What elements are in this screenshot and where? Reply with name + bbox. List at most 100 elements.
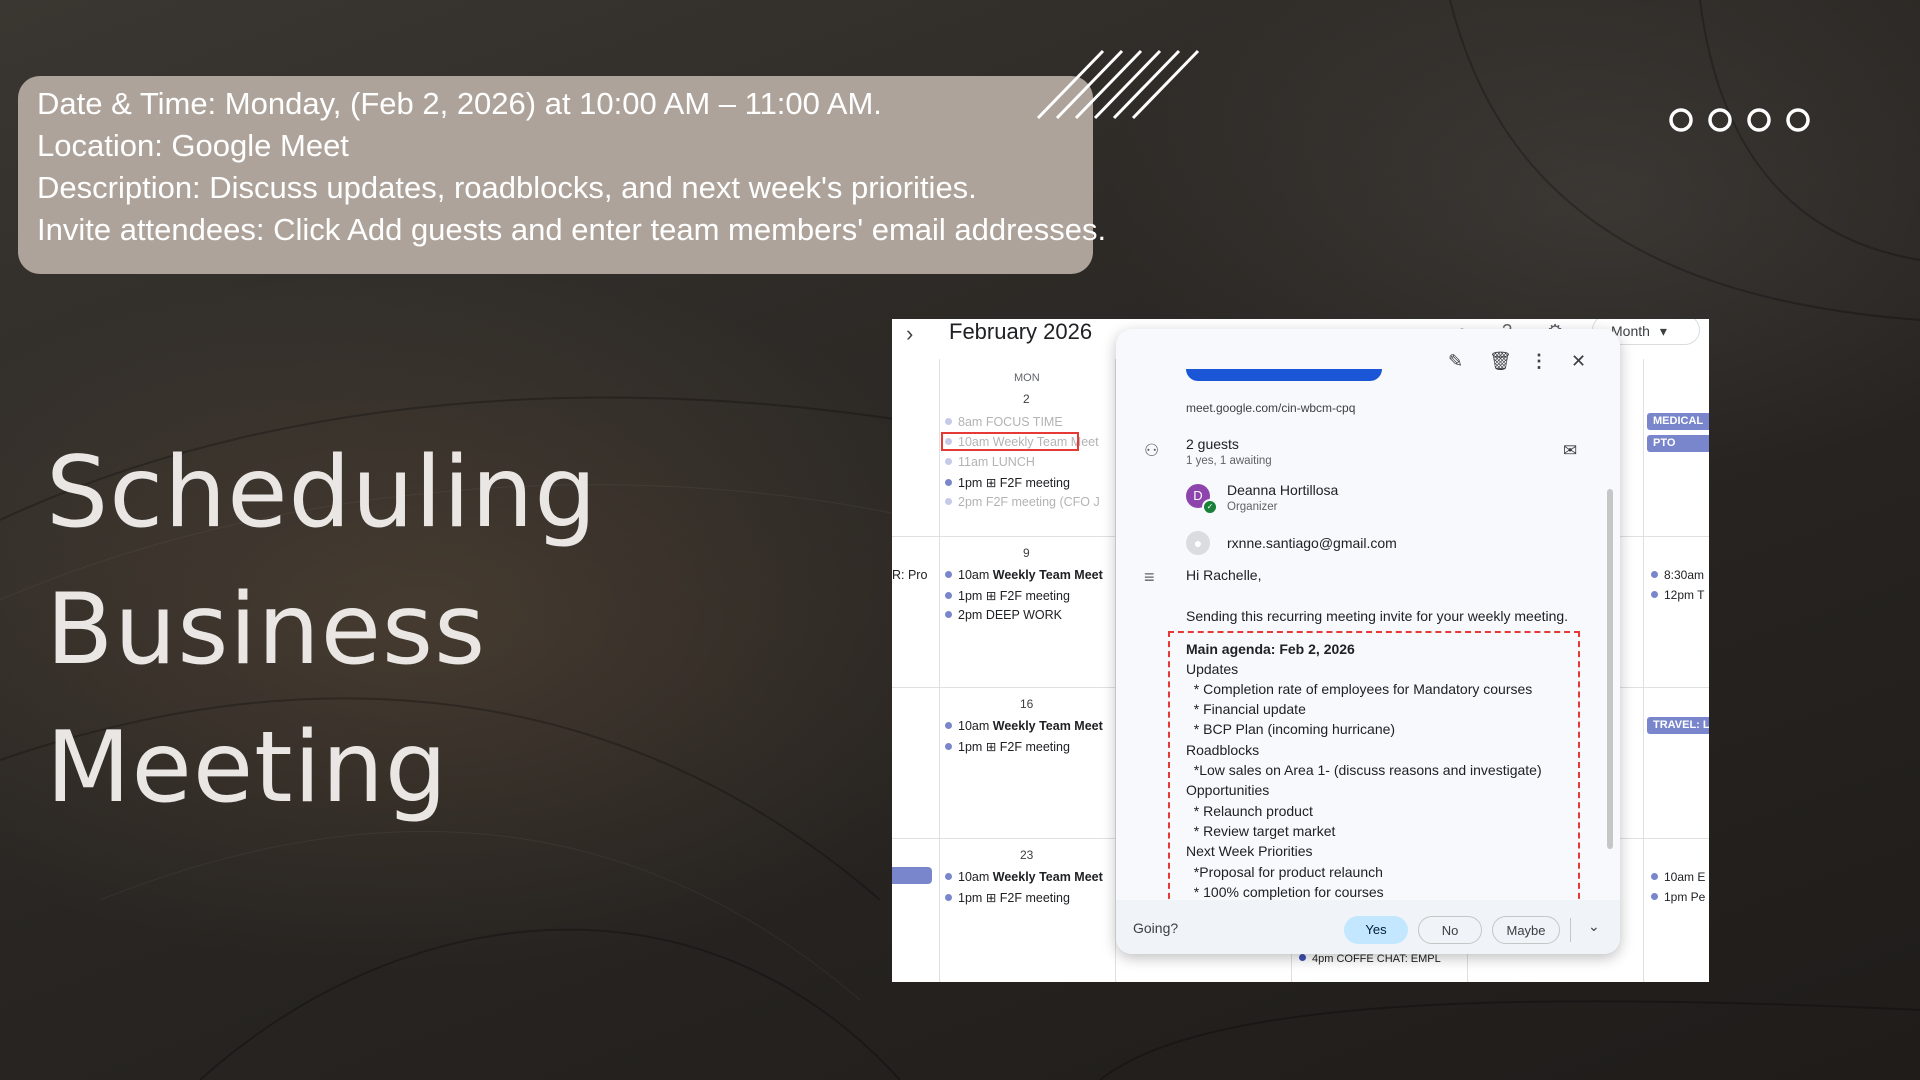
all-day-chip[interactable]: TRAVEL: L	[1647, 717, 1709, 734]
agenda-line: Updates	[1186, 661, 1239, 677]
email-guests-icon[interactable]: ✉	[1563, 441, 1577, 461]
event-title: F2F meeting (CFO J	[985, 495, 1100, 509]
calendar-event[interactable]: 2pm F2F meeting (CFO J	[945, 495, 1100, 509]
event-time: 8am	[958, 415, 983, 429]
edit-icon[interactable]: ✎	[1448, 351, 1463, 372]
calendar-event[interactable]: 11am LUNCH	[945, 455, 1035, 469]
event-dot-icon	[945, 592, 952, 599]
event-title: Weekly Team Meet	[992, 568, 1103, 582]
calendar-event[interactable]: 1pm Pe	[1651, 890, 1705, 904]
agenda-line: Opportunities	[1186, 782, 1270, 798]
grid-column-line	[939, 359, 940, 982]
chevron-down-icon[interactable]: ⌄	[1588, 918, 1600, 935]
calendar-event[interactable]: 10am E	[1651, 870, 1705, 884]
event-time: 1pm Pe	[1664, 890, 1706, 904]
event-details-popup: ✎ 🗑 ⋮ ✕ meet.google.com/cin-wbcm-cpq ⚇ 2…	[1116, 329, 1620, 954]
calendar-event[interactable]: 8am FOCUS TIME	[945, 415, 1063, 429]
calendar-event[interactable]: 10am Weekly Team Meet	[945, 719, 1103, 733]
going-label: Going?	[1133, 920, 1179, 936]
agenda-line: Next Week Priorities	[1186, 843, 1313, 859]
event-time: 2pm	[958, 608, 983, 622]
title-line-3: Meeting	[46, 711, 449, 825]
highlight-box	[941, 432, 1079, 451]
guests-status: 1 yes, 1 awaiting	[1186, 455, 1272, 467]
organizer-name: Deanna Hortillosa	[1227, 482, 1339, 498]
event-dot-icon	[1651, 893, 1658, 900]
event-dot-icon	[1651, 571, 1658, 578]
all-day-chip[interactable]: PTO	[1647, 435, 1709, 452]
event-dot-icon	[1651, 591, 1658, 598]
check-icon: ✓	[1202, 499, 1218, 515]
description-icon: ≡	[1144, 567, 1155, 587]
multi-day-event-bar[interactable]	[892, 867, 932, 884]
info-line-invite: Invite attendees: Click Add guests and e…	[37, 212, 1107, 247]
event-time: 1pm	[958, 589, 983, 603]
scrollbar[interactable]	[1607, 489, 1613, 849]
calendar-event[interactable]: 1pm ⊞ F2F meeting	[945, 890, 1070, 905]
calendar-event[interactable]: 8:30am	[1651, 568, 1704, 582]
event-time: 1pm	[958, 740, 983, 754]
event-dot-icon	[945, 479, 952, 486]
calendar-event[interactable]: 12pm T	[1651, 588, 1704, 602]
agenda-line: Roadblocks	[1186, 742, 1260, 758]
agenda-line: * 100% completion for courses	[1186, 884, 1384, 900]
event-dot-icon	[945, 498, 952, 505]
rsvp-maybe-button[interactable]: Maybe	[1492, 916, 1560, 944]
rsvp-footer: Going? Yes No Maybe ⌄	[1116, 900, 1620, 954]
agenda-line: *Proposal for product relaunch	[1186, 864, 1383, 880]
more-options-icon[interactable]: ⋮	[1530, 351, 1548, 372]
day-of-week-label: MON	[1014, 372, 1040, 384]
event-time: 1pm	[958, 476, 983, 490]
next-month-chevron[interactable]: ›	[906, 321, 913, 347]
calendar-event[interactable]: 4pm COFFE CHAT: EMPL	[1299, 953, 1441, 965]
description-message: Sending this recurring meeting invite fo…	[1186, 608, 1569, 624]
event-dot-icon	[1299, 954, 1306, 961]
calendar-event[interactable]: 1pm ⊞ F2F meeting	[945, 739, 1070, 754]
guests-count: 2 guests	[1186, 436, 1239, 452]
event-time: 10am	[958, 568, 990, 582]
event-time: 11am	[958, 455, 989, 469]
event-title: Weekly Team Meet	[992, 870, 1103, 884]
delete-icon[interactable]: 🗑	[1489, 351, 1512, 372]
event-dot-icon	[945, 873, 952, 880]
calendar-event[interactable]: 10am Weekly Team Meet	[945, 870, 1103, 884]
info-line-datetime: Date & Time: Monday, (Feb 2, 2026) at 10…	[37, 86, 882, 121]
guests-icon: ⚇	[1144, 441, 1160, 460]
info-line-description: Description: Discuss updates, roadblocks…	[37, 170, 977, 205]
event-title: FOCUS TIME	[985, 415, 1063, 429]
day-number[interactable]: 23	[1020, 848, 1033, 862]
agenda-line: * Relaunch product	[1186, 803, 1313, 819]
event-dot-icon	[945, 743, 952, 750]
day-number[interactable]: 16	[1020, 697, 1033, 711]
guest-email: rxnne.santiago@gmail.com	[1227, 535, 1397, 551]
agenda-heading: Main agenda: Feb 2, 2026	[1186, 641, 1355, 657]
day-number[interactable]: 9	[1023, 546, 1030, 560]
calendar-screenshot: › February 2026 ⌕ ? ⚙ Month ▾ MON 2 8am …	[892, 319, 1709, 982]
event-time: 8:30am	[1664, 568, 1705, 582]
event-time: 12pm T	[1664, 588, 1705, 602]
partial-event-left[interactable]: R: Pro	[892, 568, 927, 582]
event-title: ⊞ F2F meeting	[985, 476, 1070, 490]
calendar-event[interactable]: 1pm ⊞ F2F meeting	[945, 588, 1070, 603]
event-time: 1pm	[958, 891, 983, 905]
join-meet-button[interactable]	[1186, 369, 1382, 381]
instructions-box: Date & Time: Monday, (Feb 2, 2026) at 10…	[18, 76, 1106, 274]
guest-avatar-icon: ●	[1186, 531, 1210, 555]
calendar-event[interactable]: 2pm DEEP WORK	[945, 608, 1062, 622]
calendar-event[interactable]: 10am Weekly Team Meet	[945, 568, 1103, 582]
agenda-line: * Financial update	[1186, 701, 1306, 717]
day-number[interactable]: 2	[1023, 392, 1030, 406]
description-greeting: Hi Rachelle,	[1186, 567, 1262, 583]
event-title: DEEP WORK	[985, 608, 1062, 622]
event-time: 10am	[958, 870, 990, 884]
meet-link[interactable]: meet.google.com/cin-wbcm-cpq	[1186, 401, 1355, 415]
title-line-2: Business	[46, 573, 487, 687]
rsvp-yes-button[interactable]: Yes	[1344, 916, 1408, 944]
event-time: 10am E	[1664, 870, 1706, 884]
rsvp-no-button[interactable]: No	[1418, 916, 1482, 944]
event-dot-icon	[945, 722, 952, 729]
close-icon[interactable]: ✕	[1571, 351, 1586, 372]
calendar-event[interactable]: 1pm ⊞ F2F meeting	[945, 475, 1070, 490]
event-dot-icon	[945, 458, 952, 465]
all-day-chip[interactable]: MEDICAL	[1647, 413, 1709, 430]
